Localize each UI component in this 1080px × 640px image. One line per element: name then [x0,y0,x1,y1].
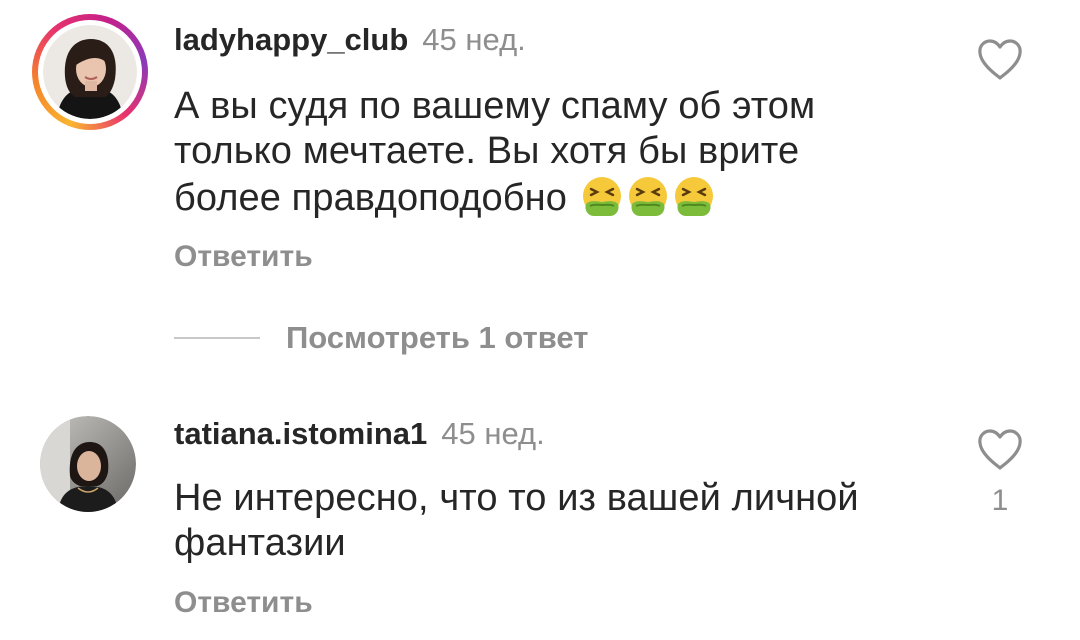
nauseated-face-icon [628,177,667,216]
comment-text: Не интересно, что то из вашей личной фан… [174,477,859,564]
heart-icon[interactable] [976,428,1024,472]
nauseated-face-icon [582,177,621,216]
replies-divider [174,337,260,339]
reply-button[interactable]: Ответить [174,240,313,274]
avatar [43,25,137,119]
avatar-wrapper[interactable] [40,416,136,512]
username[interactable]: ladyhappy_club [174,22,408,57]
timestamp: 45 нед. [441,416,545,451]
nauseated-face-icon [674,177,713,216]
view-replies-button[interactable]: Посмотреть 1 ответ [174,318,588,358]
comment-text-body: А вы судя по вашему спаму об этом только… [174,85,816,219]
avatar-with-story-ring[interactable] [32,14,148,130]
avatar [40,416,136,512]
comment-meta: tatiana.istomina1 45 нед. [174,416,545,452]
timestamp: 45 нед. [422,22,526,57]
like-count: 1 [991,484,1009,517]
username[interactable]: tatiana.istomina1 [174,416,427,451]
reply-button[interactable]: Ответить [174,586,313,620]
story-ring [32,14,148,130]
heart-icon[interactable] [976,38,1024,82]
comment-meta: ladyhappy_club 45 нед. [174,22,526,58]
comment-text: А вы судя по вашему спаму об этом только… [174,84,894,221]
view-replies-label: Посмотреть 1 ответ [286,320,589,355]
